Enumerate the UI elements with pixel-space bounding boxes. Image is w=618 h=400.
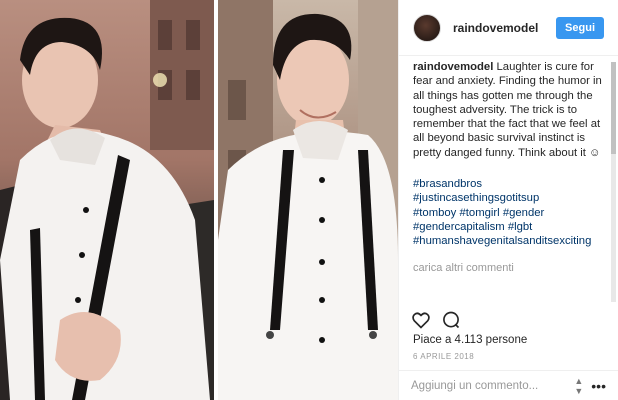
instagram-post: raindovemodel Segui raindovemodel Laught…: [0, 0, 618, 400]
hashtag[interactable]: #justincasethingsgotitsup: [413, 192, 539, 204]
hashtag[interactable]: #humanshavegenitalsanditsexciting: [413, 235, 591, 247]
hashtag[interactable]: #gender: [503, 207, 544, 219]
photo-panel-right: [218, 0, 398, 400]
hashtag-list: #brasandbros #justincasethingsgotitsup #…: [413, 177, 608, 248]
post-header: raindovemodel Segui: [399, 0, 618, 56]
comment-input[interactable]: [411, 379, 575, 392]
caption: raindovemodel Laughter is cure for fear …: [413, 60, 608, 160]
scrollbar-thumb[interactable]: [611, 62, 616, 154]
hashtag[interactable]: #tomgirl: [459, 207, 499, 219]
hashtag[interactable]: #brasandbros: [413, 178, 482, 190]
action-bar: [411, 310, 461, 330]
photo-panel-left: [0, 0, 214, 400]
post-sidebar: raindovemodel Segui raindovemodel Laught…: [398, 0, 618, 400]
hashtag[interactable]: #tomboy: [413, 207, 456, 219]
avatar[interactable]: [413, 13, 441, 42]
comments-area: raindovemodel Laughter is cure for fear …: [413, 60, 608, 300]
comment-icon[interactable]: [441, 310, 461, 330]
header-username[interactable]: raindovemodel: [453, 21, 538, 35]
load-more-comments[interactable]: carica altri commenti: [413, 261, 608, 275]
resize-icon[interactable]: ▲ ▼: [574, 376, 583, 396]
model-portrait-left: [0, 0, 214, 400]
heart-icon[interactable]: [411, 310, 431, 330]
follow-button[interactable]: Segui: [556, 16, 604, 39]
likes-count[interactable]: Piace a 4.113 persone: [413, 334, 527, 346]
post-date: 6 APRILE 2018: [413, 352, 475, 361]
comments-scrollbar[interactable]: [611, 62, 616, 302]
more-options-icon[interactable]: •••: [591, 378, 606, 394]
caption-username[interactable]: raindovemodel: [413, 61, 493, 73]
add-comment-bar: ▲▼ •••: [399, 370, 618, 400]
hashtag[interactable]: #gendercapitalism: [413, 221, 505, 233]
model-portrait-right: [218, 0, 398, 400]
hashtag[interactable]: #lgbt: [508, 221, 533, 233]
caption-text: Laughter is cure for fear and anxiety. F…: [413, 61, 602, 159]
post-image[interactable]: [0, 0, 398, 400]
